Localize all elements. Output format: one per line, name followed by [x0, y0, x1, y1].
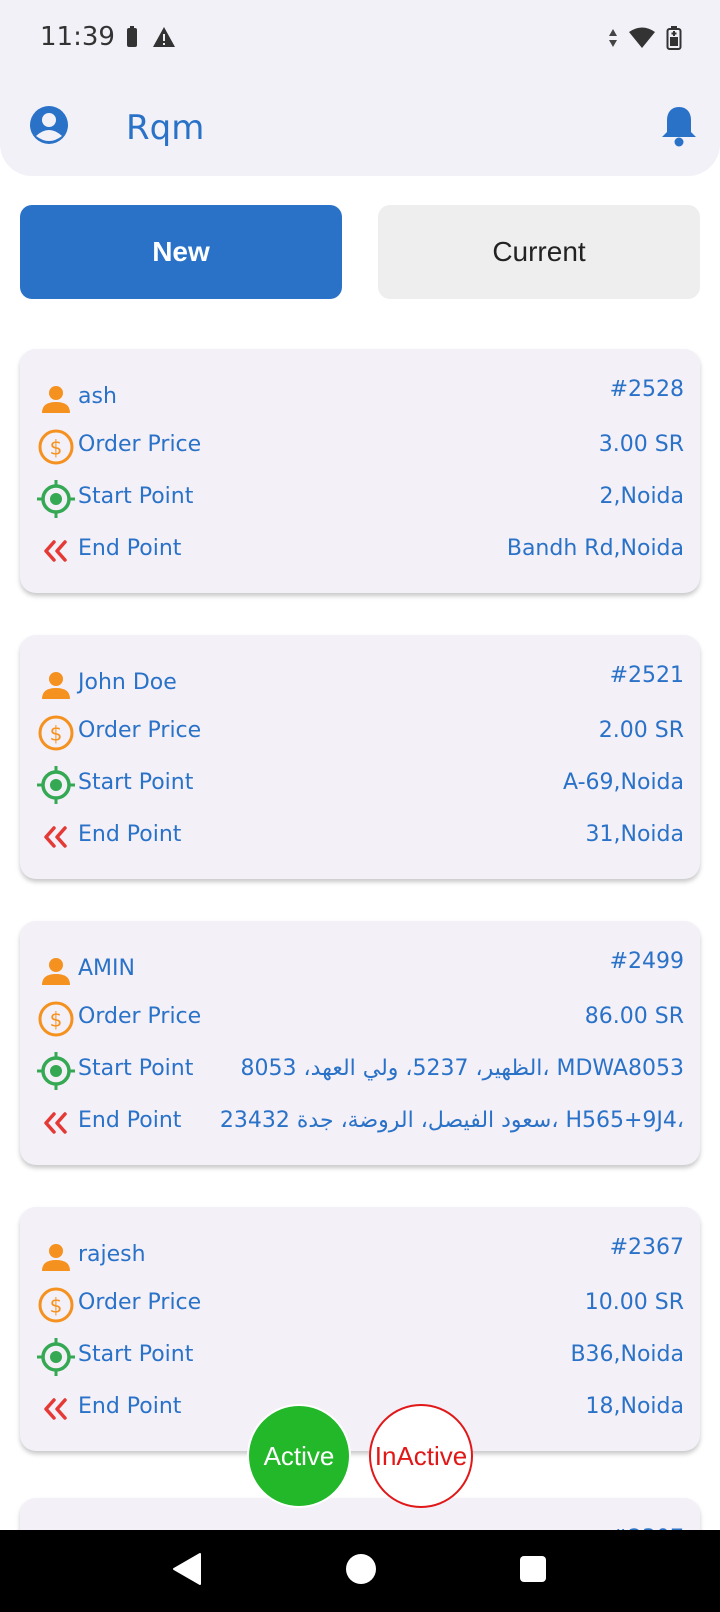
data-arrows-icon: [609, 29, 617, 47]
customer-name: AMIN: [78, 956, 135, 981]
profile-icon[interactable]: [28, 104, 70, 146]
order-row: Start Point A-69,Noida: [20, 765, 700, 809]
active-button[interactable]: Active: [247, 1404, 351, 1508]
dollar-icon: $: [36, 427, 76, 467]
end-point-label: End Point: [78, 822, 182, 847]
dollar-icon: $: [36, 713, 76, 753]
double-chevron-left-icon: [36, 817, 76, 857]
order-price-label: Order Price: [78, 1290, 202, 1315]
tab-current[interactable]: Current: [378, 205, 700, 299]
order-row: $ Order Price 2.00 SR: [20, 713, 700, 757]
battery-charging-icon: [666, 26, 682, 50]
person-icon: [36, 951, 76, 991]
svg-text:$: $: [50, 1008, 63, 1032]
system-nav-bar: [0, 1530, 720, 1612]
order-id: #2528: [609, 377, 684, 402]
home-icon[interactable]: [346, 1554, 376, 1584]
start-point: B36,Noida: [570, 1342, 684, 1367]
order-price-label: Order Price: [78, 432, 202, 457]
order-row: Start Point 2,Noida: [20, 479, 700, 523]
order-price-label: Order Price: [78, 1004, 202, 1029]
battery-icon: [127, 26, 137, 47]
start-point: A-69,Noida: [563, 770, 684, 795]
order-row: End Point سعود الفيصل، الروضة، جدة 23432،…: [20, 1103, 700, 1147]
end-point-label: End Point: [78, 536, 182, 561]
order-card[interactable]: ash #2528 $ Order Price 3.00 SR Start Point 2,…: [20, 349, 700, 593]
person-icon: [36, 665, 76, 705]
order-tabs: New Current: [20, 205, 700, 299]
order-price: 10.00 SR: [584, 1290, 684, 1315]
recents-icon[interactable]: [520, 1556, 546, 1582]
inactive-button[interactable]: InActive: [369, 1404, 473, 1508]
order-row: End Point 31,Noida: [20, 817, 700, 861]
bell-icon[interactable]: [658, 104, 700, 148]
app-title: Rqm: [126, 108, 205, 148]
customer-name: rajesh: [78, 1242, 146, 1267]
order-price: 3.00 SR: [598, 432, 684, 457]
customer-name: John Doe: [78, 670, 177, 695]
start-point-label: Start Point: [78, 770, 194, 795]
order-card[interactable]: John Doe #2521 $ Order Price 2.00 SR Start Po…: [20, 635, 700, 879]
order-row: AMIN #2499: [20, 949, 700, 995]
svg-text:$: $: [50, 436, 63, 460]
start-point: 2,Noida: [599, 484, 684, 509]
order-row: Start Point B36,Noida: [20, 1337, 700, 1381]
wifi-icon: [629, 27, 655, 48]
target-icon: [36, 765, 76, 805]
status-time: 11:39: [40, 22, 115, 52]
target-icon: [36, 1051, 76, 1091]
start-point-label: Start Point: [78, 1342, 194, 1367]
order-price: 86.00 SR: [584, 1004, 684, 1029]
order-row: End Point Bandh Rd,Noida: [20, 531, 700, 575]
end-point: 31,Noida: [585, 822, 684, 847]
order-row: John Doe #2521: [20, 663, 700, 709]
person-icon: [36, 1237, 76, 1277]
tab-new[interactable]: New: [20, 205, 342, 299]
start-point-label: Start Point: [78, 484, 194, 509]
order-price-label: Order Price: [78, 718, 202, 743]
warning-icon: [153, 27, 175, 47]
order-id: #2367: [609, 1235, 684, 1260]
app-bar: Rqm: [0, 80, 720, 176]
double-chevron-left-icon: [36, 531, 76, 571]
person-icon: [36, 379, 76, 419]
order-row: ash #2528: [20, 377, 700, 423]
order-id: #2499: [609, 949, 684, 974]
order-row: Start Point الظهير، 5237، ولي العهد، 8053…: [20, 1051, 700, 1095]
dollar-icon: $: [36, 999, 76, 1039]
double-chevron-left-icon: [36, 1103, 76, 1143]
order-row: $ Order Price 86.00 SR: [20, 999, 700, 1043]
target-icon: [36, 479, 76, 519]
end-point: 18,Noida: [585, 1394, 684, 1419]
order-price: 2.00 SR: [598, 718, 684, 743]
status-bar: 11:39: [0, 0, 720, 80]
order-row: $ Order Price 10.00 SR: [20, 1285, 700, 1329]
svg-text:$: $: [50, 1294, 63, 1318]
start-point-label: Start Point: [78, 1056, 194, 1081]
customer-name: ash: [78, 384, 117, 409]
start-point: الظهير، 5237، ولي العهد، 8053، MDWA8053: [240, 1056, 684, 1081]
order-row: $ Order Price 3.00 SR: [20, 427, 700, 471]
order-id: #2521: [609, 663, 684, 688]
order-card[interactable]: AMIN #2499 $ Order Price 86.00 SR Start Point…: [20, 921, 700, 1165]
end-point-label: End Point: [78, 1394, 182, 1419]
end-point-label: End Point: [78, 1108, 182, 1133]
dollar-icon: $: [36, 1285, 76, 1325]
svg-text:$: $: [50, 722, 63, 746]
order-row: rajesh #2367: [20, 1235, 700, 1281]
target-icon: [36, 1337, 76, 1377]
status-toggle: Active InActive: [247, 1404, 475, 1508]
back-icon[interactable]: [172, 1552, 202, 1586]
double-chevron-left-icon: [36, 1389, 76, 1429]
end-point: سعود الفيصل، الروضة، جدة 23432، H565+9J4…: [219, 1108, 684, 1133]
end-point: Bandh Rd,Noida: [506, 536, 684, 561]
